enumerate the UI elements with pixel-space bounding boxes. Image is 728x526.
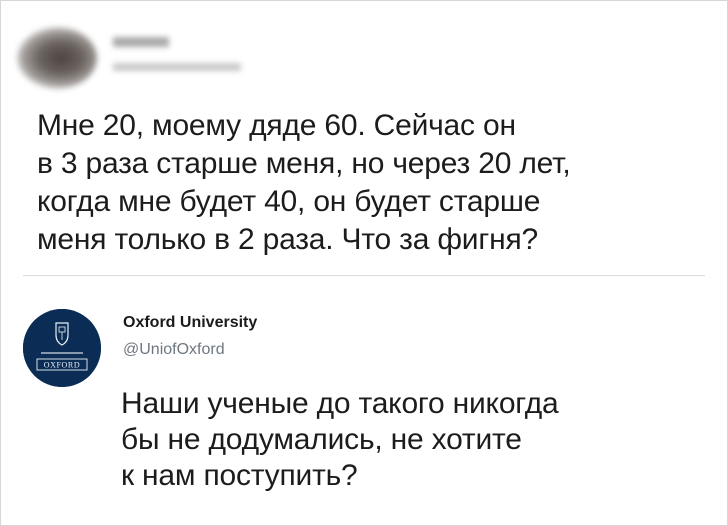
first-tweet-text: Мне 20, моему дяде 60. Сейчас он в 3 раз… [37,109,571,256]
tweet-screenshot: Мне 20, моему дяде 60. Сейчас он в 3 раз… [0,0,728,526]
divider [23,275,705,276]
oxford-avatar[interactable]: OXFORD [23,309,101,387]
blurred-username [113,37,169,47]
reply-display-name[interactable]: Oxford University [123,314,257,332]
oxford-avatar-label: OXFORD [44,361,81,370]
blurred-avatar [17,27,97,89]
reply-handle[interactable]: @UniofOxford [123,341,225,359]
blurred-handle [113,63,241,71]
oxford-crest-icon: OXFORD [23,309,101,387]
reply-tweet-text: Наши ученые до такого никогда бы не доду… [121,387,559,492]
